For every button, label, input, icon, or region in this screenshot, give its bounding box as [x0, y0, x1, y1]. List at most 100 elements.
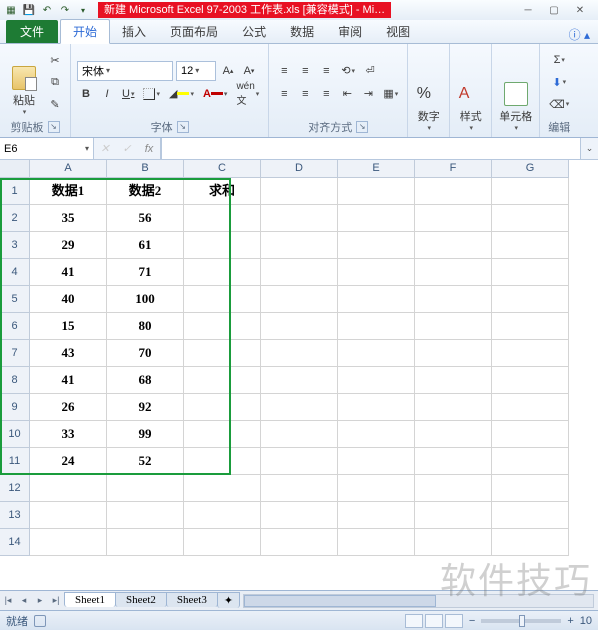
cell[interactable] [261, 286, 338, 313]
cell[interactable] [261, 259, 338, 286]
cell[interactable] [338, 340, 415, 367]
cell[interactable]: 100 [107, 286, 184, 313]
indent-inc-button[interactable]: ⇥ [359, 84, 377, 104]
cell[interactable] [261, 313, 338, 340]
cell[interactable]: 40 [30, 286, 107, 313]
cell[interactable]: 数据1 [30, 178, 107, 205]
cell[interactable] [415, 394, 492, 421]
prev-sheet-button[interactable]: ◂ [16, 595, 32, 606]
cell[interactable] [261, 448, 338, 475]
cell[interactable] [261, 232, 338, 259]
indent-dec-button[interactable]: ⇤ [338, 84, 356, 104]
close-button[interactable]: ✕ [572, 5, 588, 16]
row-header[interactable]: 4 [0, 259, 30, 286]
horizontal-scrollbar[interactable] [243, 594, 594, 608]
shrink-font-button[interactable]: A▾ [240, 61, 258, 81]
column-header[interactable]: B [107, 160, 184, 178]
copy-button[interactable]: ⧉ [46, 72, 64, 92]
worksheet-grid[interactable]: ABCDEFG 1234567891011121314 数据1数据2求和3556… [0, 160, 598, 590]
grow-font-button[interactable]: A▴ [219, 61, 237, 81]
underline-button[interactable]: U▾ [119, 84, 137, 104]
cell[interactable] [415, 286, 492, 313]
cell[interactable] [492, 529, 569, 556]
cell[interactable] [338, 313, 415, 340]
cancel-formula-button[interactable]: ✕ [94, 142, 116, 155]
cell[interactable] [261, 367, 338, 394]
cell[interactable] [261, 502, 338, 529]
clear-button[interactable]: ⌫▾ [546, 94, 572, 114]
last-sheet-button[interactable]: ▸| [48, 595, 64, 606]
page-layout-view-button[interactable] [425, 614, 443, 628]
cell[interactable] [184, 448, 261, 475]
cell[interactable] [184, 286, 261, 313]
cell[interactable]: 70 [107, 340, 184, 367]
cut-button[interactable]: ✂ [46, 50, 64, 70]
cell[interactable] [261, 340, 338, 367]
cells-button[interactable]: 单元格▾ [498, 46, 533, 134]
cell[interactable] [415, 178, 492, 205]
fill-color-button[interactable]: ◢▾ [166, 84, 197, 104]
file-tab[interactable]: 文件 [6, 20, 58, 43]
cell[interactable] [338, 205, 415, 232]
cell[interactable]: 56 [107, 205, 184, 232]
cell[interactable] [184, 502, 261, 529]
new-sheet-button[interactable]: ✦ [217, 592, 240, 608]
cell[interactable] [261, 421, 338, 448]
cell[interactable] [338, 367, 415, 394]
cell[interactable] [415, 502, 492, 529]
row-header[interactable]: 13 [0, 502, 30, 529]
align-center-button[interactable]: ≡ [296, 84, 314, 104]
tab-home[interactable]: 开始 [60, 19, 110, 44]
font-color-button[interactable]: A▾ [200, 84, 230, 104]
cell[interactable] [184, 232, 261, 259]
cell[interactable] [30, 475, 107, 502]
align-middle-button[interactable]: ≡ [296, 61, 314, 81]
align-top-button[interactable]: ≡ [275, 61, 293, 81]
select-all-corner[interactable] [0, 160, 30, 178]
cell[interactable] [338, 232, 415, 259]
cell[interactable] [338, 259, 415, 286]
tab-formulas[interactable]: 公式 [230, 20, 278, 43]
qat-dropdown-icon[interactable]: ▾ [76, 3, 90, 17]
cell[interactable] [415, 367, 492, 394]
row-header[interactable]: 11 [0, 448, 30, 475]
cell[interactable] [338, 421, 415, 448]
cell[interactable] [415, 205, 492, 232]
wrap-text-button[interactable]: ⏎ [361, 61, 379, 81]
dialog-launcher-icon[interactable]: ↘ [177, 121, 189, 133]
cell[interactable]: 41 [30, 259, 107, 286]
cell[interactable]: 41 [30, 367, 107, 394]
cell[interactable] [492, 313, 569, 340]
zoom-out-button[interactable]: − [465, 615, 479, 627]
minimize-button[interactable]: ─ [520, 5, 536, 16]
merge-button[interactable]: ▦▾ [380, 84, 401, 104]
border-button[interactable]: ▾ [140, 84, 163, 104]
next-sheet-button[interactable]: ▸ [32, 595, 48, 606]
row-header[interactable]: 1 [0, 178, 30, 205]
zoom-slider[interactable] [481, 619, 561, 623]
ribbon-help-icon[interactable]: ⓘ ▴ [561, 26, 598, 43]
normal-view-button[interactable] [405, 614, 423, 628]
cell[interactable] [492, 502, 569, 529]
zoom-slider-knob[interactable] [519, 615, 525, 627]
cell[interactable]: 99 [107, 421, 184, 448]
cell[interactable]: 数据2 [107, 178, 184, 205]
cell[interactable] [492, 367, 569, 394]
maximize-button[interactable]: ▢ [546, 5, 562, 16]
cell[interactable]: 43 [30, 340, 107, 367]
formula-input[interactable] [161, 138, 580, 159]
cell[interactable] [261, 205, 338, 232]
align-left-button[interactable]: ≡ [275, 84, 293, 104]
cell[interactable] [338, 394, 415, 421]
row-header[interactable]: 5 [0, 286, 30, 313]
column-header[interactable]: C [184, 160, 261, 178]
cell[interactable]: 71 [107, 259, 184, 286]
cell[interactable]: 80 [107, 313, 184, 340]
cell[interactable]: 15 [30, 313, 107, 340]
column-header[interactable]: G [492, 160, 569, 178]
bold-button[interactable]: B [77, 84, 95, 104]
fx-button[interactable]: fx [138, 143, 160, 155]
cell[interactable] [492, 205, 569, 232]
tab-review[interactable]: 审阅 [326, 20, 374, 43]
cell[interactable] [492, 232, 569, 259]
